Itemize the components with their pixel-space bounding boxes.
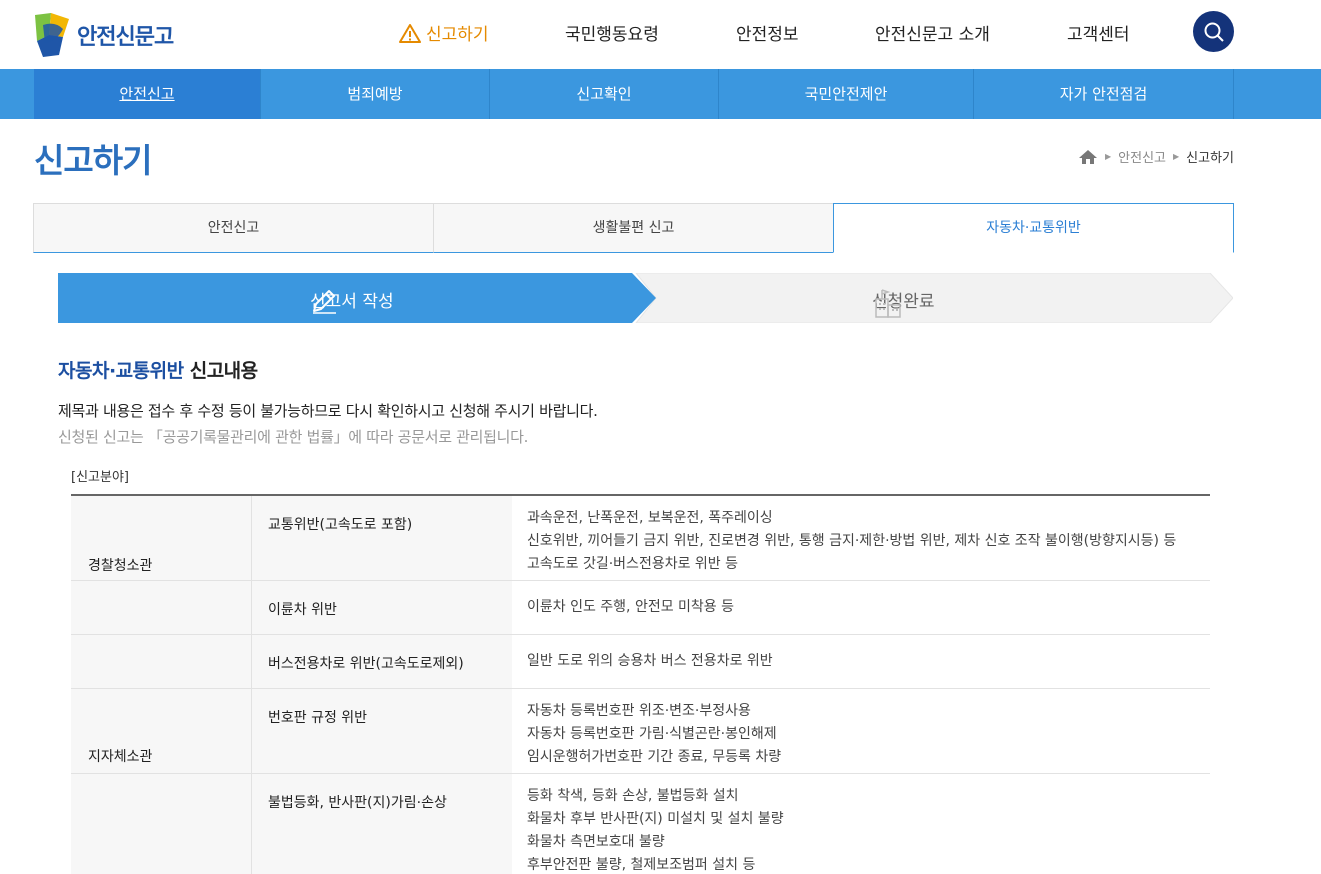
warning-icon	[399, 23, 421, 43]
breadcrumb-separator-icon: ▶	[1105, 152, 1112, 161]
row-description: 자동차 등록번호판 위조·변조·부정사용 자동차 등록번호판 가림·식별곤란·봉…	[512, 689, 1210, 773]
section-title-highlight: 자동차·교통위반	[58, 360, 184, 382]
table-row[interactable]: 교통위반(고속도로 포함) 과속운전, 난폭운전, 보복운전, 폭주레이싱 신호…	[71, 496, 1210, 581]
logo[interactable]: 안전신문고	[33, 9, 193, 61]
desc-line: 고속도로 갓길·버스전용차로 위반 등	[527, 556, 738, 572]
sub-navigation: 안전신고 범죄예방 신고확인 국민안전제안 자가 안전점검	[0, 69, 1321, 119]
desc-line: 과속운전, 난폭운전, 보복운전, 폭주레이싱	[527, 510, 773, 526]
breadcrumb-separator-icon: ▶	[1173, 152, 1180, 161]
tab-safety-report[interactable]: 안전신고	[33, 203, 434, 253]
row-description: 일반 도로 위의 승용차 버스 전용차로 위반	[512, 635, 1210, 688]
page-title: 신고하기	[34, 141, 152, 180]
search-icon	[1204, 22, 1224, 42]
row-category: 이륜차 위반	[252, 581, 512, 634]
desc-line: 이륜차 인도 주행, 안전모 미착용 등	[527, 599, 735, 615]
row-category: 버스전용차로 위반(고속도로제외)	[252, 635, 512, 688]
gnb-report[interactable]: 신고하기	[399, 20, 489, 45]
report-field-label: [신고분야]	[71, 470, 129, 485]
row-category: 불법등화, 반사판(지)가림·손상	[252, 774, 512, 874]
subnav-self-check[interactable]: 자가 안전점검	[974, 69, 1234, 119]
steps-background	[58, 273, 1233, 323]
table-row[interactable]: 불법등화, 반사판(지)가림·손상 등화 착색, 등화 손상, 불법등화 설치 …	[71, 774, 1210, 874]
breadcrumb-level1[interactable]: 안전신고	[1118, 147, 1166, 166]
gnb-action-guide[interactable]: 국민행동요령	[565, 20, 659, 45]
table-row[interactable]: 번호판 규정 위반 자동차 등록번호판 위조·변조·부정사용 자동차 등록번호판…	[71, 689, 1210, 774]
gnb-about[interactable]: 안전신문고 소개	[875, 20, 990, 45]
step-write: 신고서 작성	[310, 287, 394, 314]
desc-line: 신호위반, 끼어들기 금지 위반, 진로변경 위반, 통행 금지·제한·방법 위…	[527, 533, 1177, 549]
desc-line: 화물차 후부 반사판(지) 미설치 및 설치 불량	[527, 811, 784, 827]
subnav-crime-prevention[interactable]: 범죄예방	[261, 69, 490, 119]
desc-line: 등화 착색, 등화 손상, 불법등화 설치	[527, 788, 739, 804]
row-description: 과속운전, 난폭운전, 보복운전, 폭주레이싱 신호위반, 끼어들기 금지 위반…	[512, 496, 1210, 580]
notice-record-law: 신청된 신고는 「공공기록물관리에 관한 법률」에 따라 공문서로 관리됩니다.	[58, 428, 529, 446]
section-title: 자동차·교통위반 신고내용	[58, 356, 258, 383]
notice-edit-warning: 제목과 내용은 접수 후 수정 등이 불가능하므로 다시 확인하시고 신청해 주…	[58, 402, 598, 420]
section-title-rest: 신고내용	[183, 360, 258, 382]
subnav-safety-report[interactable]: 안전신고	[34, 69, 261, 119]
home-icon[interactable]	[1078, 149, 1098, 165]
tab-inconvenience-report[interactable]: 생활불편 신고	[433, 203, 834, 253]
search-button[interactable]	[1193, 11, 1234, 52]
row-category: 번호판 규정 위반	[252, 689, 512, 773]
logo-icon	[35, 13, 69, 57]
gnb-customer-center[interactable]: 고객센터	[1067, 20, 1130, 45]
desc-line: 자동차 등록번호판 가림·식별곤란·봉인해제	[527, 726, 777, 742]
desc-line: 임시운행허가번호판 기간 종료, 무등록 차량	[527, 749, 782, 765]
building-icon	[875, 289, 901, 318]
table-row[interactable]: 이륜차 위반 이륜차 인도 주행, 안전모 미착용 등	[71, 581, 1210, 635]
gnb-safety-info[interactable]: 안전정보	[736, 20, 799, 45]
desc-line: 후부안전판 불량, 철제보조범퍼 설치 등	[527, 857, 756, 873]
pencil-icon	[313, 290, 336, 314]
subnav-safety-proposal[interactable]: 국민안전제안	[719, 69, 974, 119]
tab-vehicle-traffic[interactable]: 자동차·교통위반	[833, 203, 1234, 253]
table-row[interactable]: 버스전용차로 위반(고속도로제외) 일반 도로 위의 승용차 버스 전용차로 위…	[71, 635, 1210, 689]
breadcrumb-current: 신고하기	[1186, 151, 1234, 166]
desc-line: 화물차 측면보호대 불량	[527, 834, 665, 850]
row-description: 등화 착색, 등화 손상, 불법등화 설치 화물차 후부 반사판(지) 미설치 …	[512, 774, 1210, 874]
row-category: 교통위반(고속도로 포함)	[252, 496, 512, 580]
step-complete: 신청완료	[872, 287, 935, 318]
gnb-report-label: 신고하기	[426, 25, 489, 45]
subnav-report-check[interactable]: 신고확인	[490, 69, 719, 119]
desc-line: 자동차 등록번호판 위조·변조·부정사용	[527, 703, 751, 719]
report-field-table: 경찰청소관 지자체소관 교통위반(고속도로 포함) 과속운전, 난폭운전, 보복…	[71, 494, 1210, 874]
breadcrumb: ▶ 안전신고 ▶ 신고하기	[1078, 147, 1234, 166]
row-description: 이륜차 인도 주행, 안전모 미착용 등	[512, 581, 1210, 634]
logo-text: 안전신문고	[77, 25, 174, 50]
top-header: 안전신문고 신고하기 국민행동요령 안전정보 안전신문고 소개 고객센터	[0, 0, 1321, 69]
progress-steps: 신고서 작성 신청완료	[58, 273, 1233, 323]
desc-line: 일반 도로 위의 승용차 버스 전용차로 위반	[527, 653, 773, 669]
